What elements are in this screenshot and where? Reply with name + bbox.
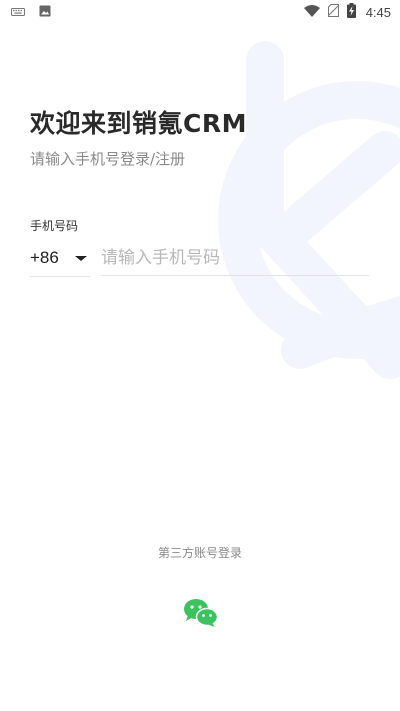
country-code-value: +86 [30, 248, 59, 267]
status-bar-time: 4:45 [365, 4, 391, 20]
image-icon [39, 5, 51, 20]
wechat-icon [184, 599, 219, 627]
country-code-select[interactable]: +86 [30, 240, 90, 277]
dropdown-arrow-icon [75, 255, 87, 261]
status-bar-left [0, 5, 51, 20]
battery-charging-icon [346, 3, 356, 21]
watermark-logo [190, 30, 400, 410]
status-bar: 4:45 [0, 0, 400, 24]
no-sim-icon [327, 4, 340, 20]
third-party-login-label: 第三方账号登录 [157, 546, 242, 560]
keyboard-icon [11, 5, 25, 20]
wechat-login-button[interactable] [183, 598, 219, 628]
welcome-title: 欢迎来到销氪CRM [30, 109, 247, 138]
phone-label: 手机号码 [30, 219, 79, 233]
phone-input[interactable] [101, 240, 369, 276]
login-subtitle: 请输入手机号登录/注册 [30, 150, 186, 168]
status-bar-right: 4:45 [303, 3, 400, 21]
wifi-icon [303, 4, 320, 20]
